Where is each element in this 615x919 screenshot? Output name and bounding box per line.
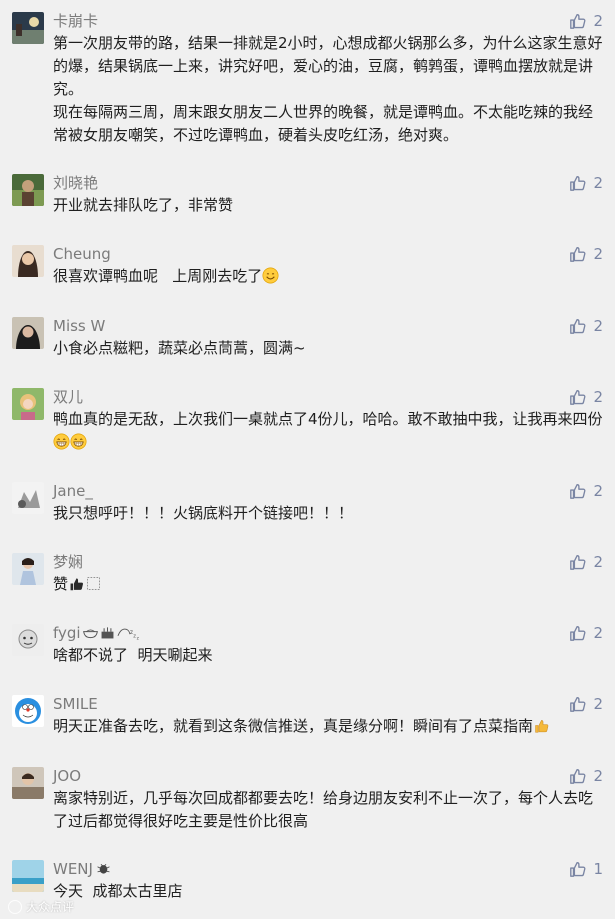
thumbs-up-icon [570,247,586,262]
cake-emoji-icon [101,627,114,639]
commenter-name[interactable]: Jane_ [53,482,93,500]
comment-text: 离家特别近，几乎每次回成都都要去吃！给身边朋友安利不止一次了，每个人去吃了过后都… [53,789,594,830]
avatar[interactable] [12,553,44,585]
svg-text:z: z [136,636,139,641]
comment-text-body: 明天正准备去吃，就看到这条微信推送，真是缘分啊！瞬间有了点菜指南 [53,717,534,735]
like-count: 2 [593,695,603,713]
like-count: 2 [593,245,603,263]
like-button[interactable]: 1 [569,860,603,878]
thumbs-up-icon [570,176,586,191]
commenter-name[interactable]: Miss W [53,317,105,335]
like-count: 2 [593,767,603,785]
like-button[interactable]: 2 [569,482,603,500]
comment-text-body: 鸭血真的是无敌，上次我们一桌就点了4份儿，哈哈。敢不敢抽中我，让我再来四份 [53,410,603,428]
comment-item: 梦娴 2 赞 [0,553,615,603]
commenter-name[interactable]: Cheung [53,245,111,263]
comment-item: Miss W 2 小食必点糍粑，蔬菜必点茼蒿，圆满~ [0,317,615,367]
comment-text: 明天正准备去吃，就看到这条微信推送，真是缘分啊！瞬间有了点菜指南 [53,715,605,738]
comment-item: WENJ 1 今天 成都太古里店 [0,860,615,910]
like-count: 1 [593,860,603,878]
comment-text: 赞 [53,573,605,596]
like-count: 2 [593,317,603,335]
bowl-emoji-icon [82,629,98,639]
commenter-name[interactable]: 梦娴 [53,553,83,571]
avatar[interactable] [12,860,44,892]
like-count: 2 [593,553,603,571]
like-button[interactable]: 2 [569,174,603,192]
like-button[interactable]: 2 [569,12,603,30]
comment-text: 第一次朋友带的路，结果一排就是2小时，心想成都火锅那么多，为什么这家生意好的爆，… [53,34,603,144]
like-count: 2 [593,388,603,406]
comment-text: 小食必点糍粑，蔬菜必点茼蒿，圆满~ [53,339,306,357]
commenter-name[interactable]: SMILE [53,695,98,713]
bug-emoji-icon [97,863,110,874]
commenter-name[interactable]: 刘晓艳 [53,174,98,192]
commenter-name[interactable]: fygi z z z [53,624,142,642]
commenter-name[interactable]: WENJ [53,860,112,878]
comment-item: Cheung 2 很喜欢谭鸭血呢 上周刚去吃了 [0,245,615,295]
thumbs-up-icon [570,390,586,405]
thumbs-up-icon [570,862,586,877]
like-button[interactable]: 2 [569,624,603,642]
avatar[interactable] [12,624,44,656]
commenter-name-text: fygi [53,624,81,642]
like-button[interactable]: 2 [569,245,603,263]
avatar[interactable] [12,317,44,349]
avatar[interactable] [12,245,44,277]
grin-emoji-icon [53,433,70,450]
grin-emoji-icon [70,433,87,450]
like-count: 2 [593,174,603,192]
comment-item: 卡崩卡 2 第一次朋友带的路，结果一排就是2小时，心想成都火锅那么多，为什么这家… [0,12,615,152]
like-button[interactable]: 2 [569,317,603,335]
comment-text: 啥都不说了 明天唰起来 [53,646,213,664]
comment-text: 我只想呼吁！！！火锅底料开个链接吧！！！ [53,504,354,522]
avatar[interactable] [12,174,44,206]
comment-item: JOO 2 离家特别近，几乎每次回成都都要去吃！给身边朋友安利不止一次了，每个人… [0,767,615,842]
comment-text: 很喜欢谭鸭血呢 上周刚去吃了 [53,265,605,288]
commenter-name[interactable]: 卡崩卡 [53,12,98,30]
thumbs-up-icon [570,484,586,499]
watermark-text: 大众点评 [26,900,75,914]
commenter-name[interactable]: 双儿 [53,388,83,406]
thumbs-up-icon [570,626,586,641]
like-button[interactable]: 2 [569,553,603,571]
watermark: 大众点评 [8,898,74,915]
avatar[interactable] [12,482,44,514]
comment-text: 鸭血真的是无敌，上次我们一桌就点了4份儿，哈哈。敢不敢抽中我，让我再来四份 [53,408,605,454]
avatar[interactable] [12,12,44,44]
placeholder-box-icon [87,577,100,590]
like-count: 2 [593,624,603,642]
avatar[interactable] [12,388,44,420]
comment-item: 双儿 2 鸭血真的是无敌，上次我们一桌就点了4份儿，哈哈。敢不敢抽中我，让我再来… [0,388,615,463]
thumbs-up-emoji-icon [535,720,549,733]
comment-text: 开业就去排队吃了，非常赞 [53,196,234,214]
sleep-emoji-icon: zz z [117,628,139,641]
like-button[interactable]: 2 [569,695,603,713]
comment-item: fygi z z z 2 啥都不说了 明天唰起来 [0,624,615,674]
avatar[interactable] [12,767,44,799]
comment-text-body: 赞 [53,575,69,593]
comment-item: 刘晓艳 2 开业就去排队吃了，非常赞 [0,174,615,224]
watermark-logo-icon [8,899,22,914]
comment-text: 今天 成都太古里店 [53,882,183,900]
thumbs-up-icon [570,769,586,784]
thumbs-up-icon [570,14,586,29]
thumbs-up-icon [570,555,586,570]
like-button[interactable]: 2 [569,767,603,785]
like-count: 2 [593,12,603,30]
comment-item: Jane_ 2 我只想呼吁！！！火锅底料开个链接吧！！！ [0,482,615,532]
commenter-name[interactable]: JOO [53,767,81,785]
commenter-name-text: WENJ [53,860,93,878]
thumbs-up-emoji-icon [70,578,84,591]
svg-text:z: z [133,634,136,640]
comment-list: 卡崩卡 2 第一次朋友带的路，结果一排就是2小时，心想成都火锅那么多，为什么这家… [0,0,615,919]
thumbs-up-icon [570,697,586,712]
comment-text-body: 很喜欢谭鸭血呢 上周刚去吃了 [53,267,263,285]
like-count: 2 [593,482,603,500]
like-button[interactable]: 2 [569,388,603,406]
thumbs-up-icon [570,319,586,334]
smile-emoji-icon [262,267,279,284]
comment-item: SMILE 2 明天正准备去吃，就看到这条微信推送，真是缘分啊！瞬间有了点菜指南 [0,695,615,745]
avatar[interactable] [12,695,44,727]
